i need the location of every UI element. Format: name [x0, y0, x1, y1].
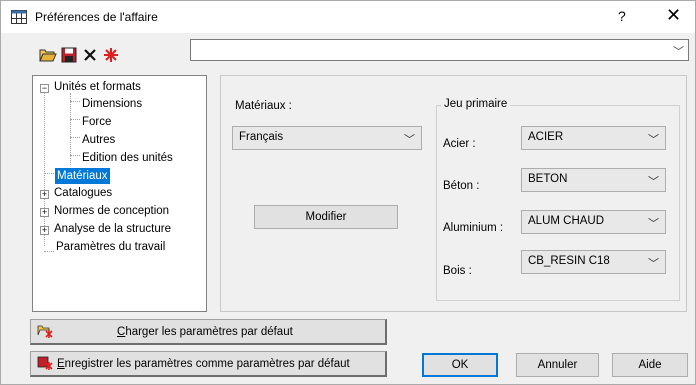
- tree-item-dimensions[interactable]: Dimensions: [82, 96, 142, 112]
- tree-item-structure-analysis[interactable]: Analyse de la structure: [54, 221, 171, 237]
- primary-set-title: Jeu primaire: [441, 98, 511, 110]
- modify-button[interactable]: Modifier: [254, 205, 398, 229]
- materials-select-value: Français: [239, 131, 284, 143]
- save-defaults-button[interactable]: Enregistrer les paramètres comme paramèt…: [30, 351, 387, 377]
- tree-connector: [70, 137, 80, 138]
- tree-item-units[interactable]: Unités et formats: [54, 79, 141, 95]
- tree-connector: [70, 155, 80, 156]
- materials-label: Matériaux :: [235, 100, 292, 112]
- chevron-down-icon: ﹀: [404, 134, 415, 146]
- tree-connector: [70, 119, 80, 120]
- wood-select-value: CB_RESIN C18: [528, 255, 610, 267]
- steel-label: Acier :: [443, 138, 476, 150]
- concrete-label: Béton :: [443, 180, 480, 192]
- tree-item-materials[interactable]: Matériaux: [55, 168, 110, 184]
- load-defaults-label: harger les paramètres par défaut: [125, 326, 293, 338]
- app-grid-icon: [11, 10, 27, 24]
- concrete-select[interactable]: BETON ﹀: [521, 168, 666, 192]
- tree-item-autres[interactable]: Autres: [82, 132, 115, 148]
- preferences-window: Préférences de l'affaire ? ✕ ﹀ − Unités …: [0, 0, 696, 385]
- save-defaults-hotkey: E: [57, 358, 65, 370]
- chevron-down-icon: ﹀: [648, 258, 659, 270]
- save-button[interactable]: [60, 46, 78, 64]
- tree-connector: [44, 93, 45, 246]
- preferences-combo[interactable]: ﹀: [190, 39, 689, 61]
- load-defaults-button[interactable]: Charger les paramètres par défaut: [30, 319, 387, 345]
- aluminium-label: Aluminium :: [443, 222, 504, 234]
- cancel-button[interactable]: Annuler: [516, 353, 599, 377]
- aluminium-select[interactable]: ALUM CHAUD ﹀: [521, 210, 666, 234]
- materials-select[interactable]: Français ﹀: [232, 126, 422, 150]
- tree-expander-design-codes[interactable]: +: [40, 208, 49, 217]
- delete-button[interactable]: [81, 46, 99, 64]
- tree-connector: [70, 101, 80, 102]
- load-defaults-icon: [37, 325, 53, 338]
- tree-expander-units[interactable]: −: [40, 84, 49, 93]
- tree-item-force[interactable]: Force: [82, 114, 111, 130]
- tree-item-design-codes[interactable]: Normes de conception: [54, 203, 169, 219]
- help-button[interactable]: Aide: [612, 353, 688, 377]
- aluminium-select-value: ALUM CHAUD: [528, 215, 605, 227]
- folder-open-icon: [39, 49, 57, 62]
- title-bar: Préférences de l'affaire ? ✕: [1, 1, 695, 33]
- concrete-select-value: BETON: [528, 173, 568, 185]
- tree-expander-structure-analysis[interactable]: +: [40, 226, 49, 235]
- wood-select[interactable]: CB_RESIN C18 ﹀: [521, 250, 666, 274]
- reset-button[interactable]: [102, 46, 120, 64]
- ok-button[interactable]: OK: [422, 353, 498, 377]
- tree-item-job-parameters[interactable]: Paramètres du travail: [56, 239, 165, 255]
- window-title: Préférences de l'affaire: [35, 10, 158, 24]
- save-defaults-label: nregistrer les paramètres comme paramètr…: [64, 358, 350, 370]
- save-defaults-icon: [37, 356, 53, 370]
- chevron-down-icon: ﹀: [648, 176, 659, 188]
- tree-connector: [44, 173, 54, 174]
- help-title-button[interactable]: ?: [618, 8, 626, 24]
- wood-label: Bois :: [443, 265, 472, 277]
- tree-item-edition-units[interactable]: Edition des unités: [82, 150, 173, 166]
- tree-item-catalogues[interactable]: Catalogues: [54, 185, 112, 201]
- preferences-tree[interactable]: − Unités et formats Dimensions Force Aut…: [32, 75, 207, 312]
- close-button[interactable]: ✕: [666, 5, 681, 26]
- floppy-icon: [61, 47, 77, 63]
- x-icon: [84, 49, 96, 61]
- red-star-icon: [104, 48, 118, 62]
- tree-expander-catalogues[interactable]: +: [40, 190, 49, 199]
- steel-select[interactable]: ACIER ﹀: [521, 126, 666, 150]
- steel-select-value: ACIER: [528, 131, 564, 143]
- chevron-down-icon: ﹀: [648, 134, 659, 146]
- chevron-down-icon: ﹀: [648, 218, 659, 230]
- tree-connector: [44, 251, 54, 252]
- chevron-down-icon: ﹀: [673, 46, 684, 58]
- open-button[interactable]: [39, 46, 57, 64]
